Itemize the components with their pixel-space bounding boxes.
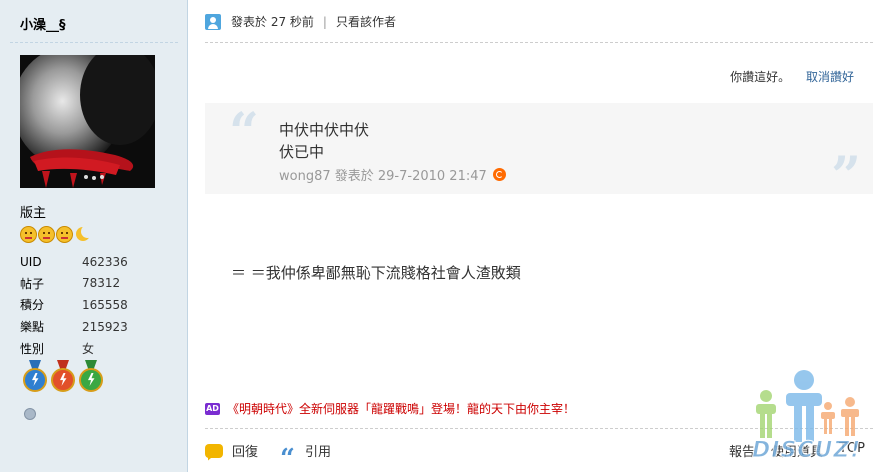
stat-label: 樂點 bbox=[20, 320, 45, 335]
quote-label: 引用 bbox=[304, 445, 331, 460]
stat-value: 215923 bbox=[82, 319, 128, 334]
stat-uid: UID 462336 bbox=[20, 251, 128, 273]
stat-label: 性別 bbox=[20, 341, 45, 356]
stat-posts: 帖子 78312 bbox=[20, 273, 128, 295]
reply-button[interactable]: 回復 bbox=[205, 441, 258, 460]
post-actions: 回復 “ 引用 bbox=[205, 441, 353, 472]
quote-meta: wong87 發表於 29-7-2010 21:47 bbox=[279, 165, 506, 184]
username[interactable]: 小澡__§ bbox=[20, 14, 66, 33]
quote-block: “ 中伏中伏中伏 伏已中 wong87 發表於 29-7-2010 21:47 … bbox=[205, 102, 873, 203]
sun-face-icon bbox=[56, 226, 73, 243]
post-right-actions: 報告 使用道具 TOP bbox=[729, 441, 865, 460]
stat-label: 帖子 bbox=[20, 276, 45, 291]
divider bbox=[205, 428, 873, 429]
user-online-icon bbox=[205, 13, 221, 30]
medal-icon[interactable] bbox=[78, 360, 104, 398]
quote-line: 中伏中伏中伏 bbox=[279, 121, 370, 139]
ad-link[interactable]: 《明朝時代》全新伺服器「龍躍戰鳴」登場！龍的天下由你主宰！ bbox=[227, 400, 575, 417]
user-group-title: 版主 bbox=[20, 206, 47, 221]
go-to-post-icon[interactable] bbox=[492, 168, 506, 181]
quote-content: 中伏中伏中伏 伏已中 bbox=[279, 119, 369, 163]
separator: | bbox=[322, 14, 327, 29]
stat-value: 女 bbox=[82, 341, 95, 356]
magic-item-icon[interactable] bbox=[24, 408, 36, 420]
top-link[interactable]: TOP bbox=[839, 441, 865, 460]
like-line: 你讚這好。 取消讚好 bbox=[730, 68, 854, 85]
stat-label: UID bbox=[20, 254, 42, 269]
reply-label: 回復 bbox=[232, 445, 259, 460]
moon-icon bbox=[74, 225, 94, 243]
stat-label: 積分 bbox=[20, 298, 45, 313]
stat-gender: 性別 女 bbox=[20, 337, 128, 359]
post-header: 發表於 27 秒前 | 只看該作者 bbox=[205, 13, 396, 30]
open-quote-icon: “ bbox=[229, 102, 259, 163]
stat-value[interactable]: 78312 bbox=[82, 276, 120, 290]
avatar[interactable] bbox=[20, 55, 155, 188]
user-sidebar: 小澡__§ 版主 UID 462336 帖子 78312 積分 165558 樂… bbox=[0, 0, 188, 472]
stat-value[interactable]: 462336 bbox=[82, 255, 128, 269]
divider bbox=[10, 42, 178, 43]
sun-face-icon bbox=[38, 226, 55, 243]
medal-icon[interactable] bbox=[50, 360, 76, 398]
divider bbox=[205, 42, 873, 43]
quote-line: 伏已中 bbox=[279, 143, 325, 161]
post-time: 發表於 27 秒前 bbox=[231, 15, 314, 29]
avatar-image bbox=[20, 55, 155, 188]
use-tools-link[interactable]: 使用道具 bbox=[771, 441, 823, 460]
report-link[interactable]: 報告 bbox=[729, 441, 755, 460]
stat-credits: 積分 165558 bbox=[20, 294, 128, 316]
post-message: ＝ ＝我仲係卑鄙無恥下流賤格社會人渣敗類 bbox=[231, 264, 521, 282]
stat-points: 樂點 215923 bbox=[20, 316, 128, 338]
reply-icon bbox=[205, 443, 223, 458]
sun-face-icon bbox=[20, 226, 37, 243]
ad-badge-icon: AD bbox=[205, 402, 220, 415]
unlike-link[interactable]: 取消讚好 bbox=[806, 70, 854, 84]
close-quote-icon: ” bbox=[831, 146, 861, 207]
stat-value: 165558 bbox=[82, 297, 128, 312]
quote-button[interactable]: “ 引用 bbox=[280, 441, 331, 472]
only-author-link[interactable]: 只看該作者 bbox=[336, 13, 396, 30]
rank-stars bbox=[20, 225, 94, 243]
quote-icon: “ bbox=[280, 443, 295, 472]
ad-line: AD 《明朝時代》全新伺服器「龍躍戰鳴」登場！龍的天下由你主宰！ bbox=[205, 400, 575, 417]
medal-icon[interactable] bbox=[22, 360, 48, 398]
user-stats: UID 462336 帖子 78312 積分 165558 樂點 215923 … bbox=[20, 251, 128, 359]
quote-author-time: wong87 發表於 29-7-2010 21:47 bbox=[279, 169, 487, 184]
like-status: 你讚這好。 bbox=[730, 70, 791, 84]
medal-list bbox=[22, 360, 104, 398]
